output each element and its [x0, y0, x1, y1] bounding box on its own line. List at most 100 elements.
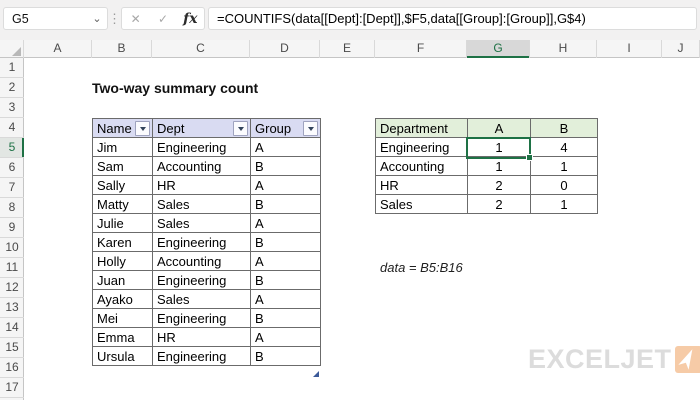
column-header-j[interactable]: J [662, 40, 700, 58]
cell[interactable]: Juan [92, 270, 153, 290]
row-header-15[interactable]: 15 [0, 338, 24, 358]
select-all-corner[interactable] [0, 40, 24, 58]
cell[interactable]: B [250, 156, 321, 176]
row-header-9[interactable]: 9 [0, 218, 24, 238]
row-header-8[interactable]: 8 [0, 198, 24, 218]
column-header-e[interactable]: E [320, 40, 375, 58]
summary-header-row: Department A B [375, 118, 598, 138]
cell[interactable]: Sales [152, 194, 251, 214]
cell[interactable]: A [250, 213, 321, 233]
cell[interactable]: Accounting [152, 251, 251, 271]
fill-handle[interactable] [526, 154, 533, 161]
cell[interactable]: Emma [92, 327, 153, 347]
cell[interactable]: 1 [467, 156, 531, 176]
cell[interactable]: Karen [92, 232, 153, 252]
filter-dropdown-dept[interactable] [233, 121, 248, 136]
column-header-a[interactable]: A [24, 40, 92, 58]
filter-dropdown-name[interactable] [135, 121, 150, 136]
cell[interactable]: Engineering [152, 270, 251, 290]
cell[interactable]: 2 [467, 194, 531, 214]
cell[interactable]: HR [152, 327, 251, 347]
cell[interactable]: A [250, 289, 321, 309]
cancel-icon[interactable]: ✕ [122, 12, 149, 26]
row-header-17[interactable]: 17 [0, 378, 24, 398]
cell[interactable]: Jim [92, 137, 153, 157]
cell[interactable]: HR [375, 175, 468, 195]
cell[interactable]: HR [152, 175, 251, 195]
cell[interactable]: Sales [152, 289, 251, 309]
cell[interactable]: Holly [92, 251, 153, 271]
row-header-5-selected[interactable]: 5 [0, 138, 24, 158]
cell[interactable]: Engineering [375, 137, 468, 157]
cell[interactable]: B [250, 346, 321, 366]
name-box-chevron-icon[interactable]: ⌄ [87, 12, 107, 25]
data-table-header-group[interactable]: Group [250, 118, 321, 138]
formula-text[interactable]: =COUNTIFS(data[[Dept]:[Dept]],$F5,data[[… [209, 11, 586, 26]
cell-g5-active[interactable]: 1 [467, 137, 531, 157]
cell[interactable]: 0 [530, 175, 598, 195]
row-header-14[interactable]: 14 [0, 318, 24, 338]
formula-bar[interactable]: =COUNTIFS(data[[Dept]:[Dept]],$F5,data[[… [208, 7, 697, 30]
sheet-title[interactable]: Two-way summary count [92, 78, 258, 98]
row-header-2[interactable]: 2 [0, 78, 24, 98]
cell[interactable]: Mei [92, 308, 153, 328]
cell[interactable]: A [250, 327, 321, 347]
cell[interactable]: Accounting [375, 156, 468, 176]
cell[interactable]: Engineering [152, 232, 251, 252]
cell[interactable]: 1 [530, 156, 598, 176]
cell[interactable]: Ayako [92, 289, 153, 309]
row-header-12[interactable]: 12 [0, 278, 24, 298]
cell[interactable]: Sales [152, 213, 251, 233]
table-row: Ayako Sales A [92, 289, 321, 309]
data-table-header-name[interactable]: Name [92, 118, 153, 138]
table-row: Mei Engineering B [92, 308, 321, 328]
cell[interactable]: Sales [375, 194, 468, 214]
filter-dropdown-group[interactable] [303, 121, 318, 136]
cell[interactable]: 1 [530, 194, 598, 214]
cell[interactable]: Sam [92, 156, 153, 176]
row-header-16[interactable]: 16 [0, 358, 24, 378]
cell[interactable]: 2 [467, 175, 531, 195]
cell[interactable]: B [250, 194, 321, 214]
summary-header-b[interactable]: B [530, 118, 598, 138]
cell[interactable]: B [250, 308, 321, 328]
column-header-i[interactable]: I [597, 40, 662, 58]
summary-header-department[interactable]: Department [375, 118, 468, 138]
row-header-7[interactable]: 7 [0, 178, 24, 198]
name-box-value[interactable]: G5 [4, 12, 87, 26]
column-header-c[interactable]: C [152, 40, 250, 58]
row-header-3[interactable]: 3 [0, 98, 24, 118]
column-header-b[interactable]: B [92, 40, 152, 58]
row-header-11[interactable]: 11 [0, 258, 24, 278]
named-range-note[interactable]: data = B5:B16 [380, 258, 463, 278]
cell[interactable]: A [250, 251, 321, 271]
cell[interactable]: B [250, 232, 321, 252]
column-header-g-selected[interactable]: G [467, 40, 530, 58]
summary-header-a[interactable]: A [467, 118, 531, 138]
cell[interactable]: Matty [92, 194, 153, 214]
cell[interactable]: Engineering [152, 308, 251, 328]
row-header-4[interactable]: 4 [0, 118, 24, 138]
name-box[interactable]: G5 ⌄ [3, 7, 108, 30]
cell[interactable]: Accounting [152, 156, 251, 176]
row-header-1[interactable]: 1 [0, 58, 24, 78]
cell[interactable]: B [250, 270, 321, 290]
cell[interactable]: Julie [92, 213, 153, 233]
cell[interactable]: A [250, 137, 321, 157]
table-resize-handle-icon[interactable] [313, 371, 319, 377]
row-header-13[interactable]: 13 [0, 298, 24, 318]
cell[interactable]: A [250, 175, 321, 195]
row-header-6[interactable]: 6 [0, 158, 24, 178]
enter-icon[interactable]: ✓ [149, 12, 176, 26]
cell[interactable]: Ursula [92, 346, 153, 366]
cell[interactable]: Sally [92, 175, 153, 195]
column-header-h[interactable]: H [530, 40, 597, 58]
cell[interactable]: 4 [530, 137, 598, 157]
cell[interactable]: Engineering [152, 346, 251, 366]
insert-function-icon[interactable]: fx [177, 11, 204, 27]
column-header-f[interactable]: F [375, 40, 467, 58]
data-table-header-dept[interactable]: Dept [152, 118, 251, 138]
row-header-10[interactable]: 10 [0, 238, 24, 258]
column-header-d[interactable]: D [250, 40, 320, 58]
cell[interactable]: Engineering [152, 137, 251, 157]
